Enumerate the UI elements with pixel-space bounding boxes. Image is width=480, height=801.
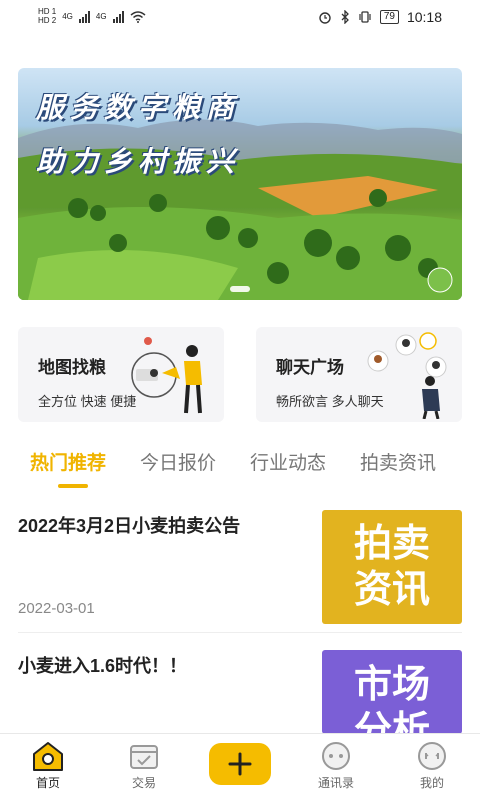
active-tab-indicator bbox=[58, 484, 88, 488]
thumbnail-text-1: 拍卖 bbox=[353, 523, 430, 565]
tab-industry-news[interactable]: 行业动态 bbox=[250, 448, 326, 475]
nav-profile[interactable]: 我的 bbox=[402, 740, 462, 791]
nav-contacts-label: 通讯录 bbox=[317, 776, 354, 790]
status-bar: HD 1 HD 2 4G 4G 79 10:18 bbox=[0, 0, 480, 36]
banner-headline-1: 服务数字粮商 bbox=[36, 92, 241, 123]
divider bbox=[18, 632, 462, 633]
banner-dot-active bbox=[230, 286, 250, 292]
thumbnail-text-2: 资讯 bbox=[353, 569, 430, 611]
nav-contacts[interactable]: 通讯录 bbox=[306, 740, 366, 791]
tab-auction-info[interactable]: 拍卖资讯 bbox=[360, 448, 436, 475]
nav-home[interactable]: 首页 bbox=[18, 740, 78, 791]
chat-square-card[interactable]: 聊天广场 畅所欲言 多人聊天 bbox=[256, 327, 462, 422]
card-title: 聊天广场 bbox=[276, 358, 344, 377]
news-tabs: 热门推荐 今日报价 行业动态 拍卖资讯 bbox=[0, 448, 480, 492]
banner-headline-2: 助力乡村振兴 bbox=[36, 146, 241, 177]
contacts-icon bbox=[322, 742, 350, 770]
news-thumbnail: 市场 分析 bbox=[322, 650, 462, 734]
tab-today-quote[interactable]: 今日报价 bbox=[140, 448, 216, 475]
list-item[interactable]: 2022年3月2日小麦拍卖公告 2022-03-01 拍卖 资讯 bbox=[0, 508, 480, 632]
signal-icon bbox=[78, 10, 90, 23]
tab-hot[interactable]: 热门推荐 bbox=[30, 448, 106, 475]
bluetooth-icon bbox=[341, 10, 349, 24]
home-icon bbox=[33, 742, 63, 771]
publish-button[interactable] bbox=[209, 743, 271, 785]
nav-profile-label: 我的 bbox=[419, 776, 444, 790]
profile-icon bbox=[418, 742, 446, 770]
trade-icon bbox=[130, 745, 158, 769]
alarm-icon bbox=[319, 12, 331, 24]
map-search-illustration bbox=[131, 337, 202, 414]
promo-banner[interactable]: 服务数字粮商 助力乡村振兴 bbox=[18, 68, 462, 300]
nav-home-label: 首页 bbox=[35, 776, 60, 790]
network-label-2: 4G bbox=[95, 11, 107, 21]
thumbnail-text-1: 市场 bbox=[353, 664, 430, 706]
thumbnail-text-2: 分析 bbox=[353, 710, 430, 734]
signal-icon-2 bbox=[112, 10, 124, 23]
plus-icon bbox=[228, 752, 252, 776]
nav-trade-label: 交易 bbox=[131, 776, 156, 790]
sim1-label: HD 1 bbox=[38, 7, 57, 16]
battery-indicator: 79 bbox=[379, 10, 399, 24]
nav-trade[interactable]: 交易 bbox=[114, 740, 174, 791]
bottom-navigation: 首页 交易 通讯录 我的 bbox=[0, 733, 480, 801]
news-thumbnail: 拍卖 资讯 bbox=[322, 510, 462, 624]
list-item[interactable]: 小麦进入1.6时代！！ 市场 分析 bbox=[0, 650, 480, 734]
clock: 10:18 bbox=[406, 9, 442, 25]
network-label-1: 4G bbox=[62, 11, 73, 21]
banner-pagination bbox=[18, 286, 462, 292]
vibrate-icon bbox=[359, 11, 371, 23]
map-find-grain-card[interactable]: 地图找粮 全方位 快速 便捷 bbox=[18, 327, 224, 422]
news-title: 小麦进入1.6时代！！ bbox=[18, 656, 188, 676]
chat-illustration bbox=[367, 332, 447, 419]
card-title: 地图找粮 bbox=[38, 358, 106, 377]
news-date: 2022-03-01 bbox=[18, 600, 95, 617]
news-title: 2022年3月2日小麦拍卖公告 bbox=[18, 516, 241, 536]
sim2-label: HD 2 bbox=[38, 16, 57, 25]
wifi-icon bbox=[130, 10, 146, 23]
